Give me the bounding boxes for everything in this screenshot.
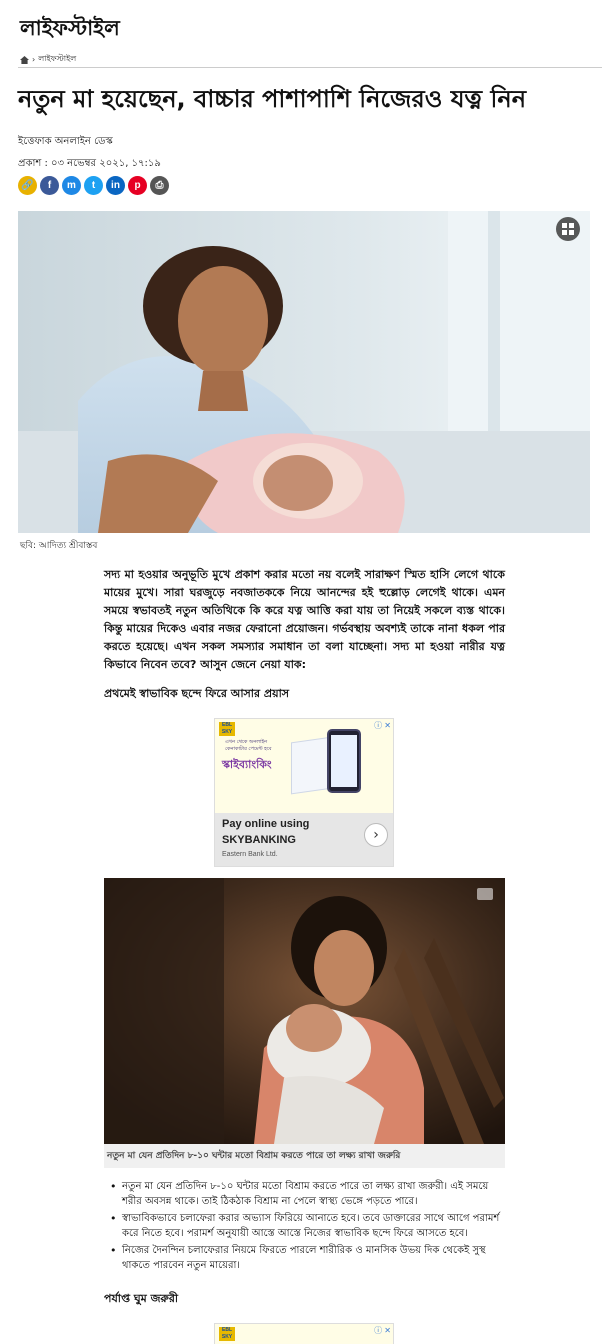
ad-advertiser: Eastern Bank Ltd.	[222, 851, 278, 858]
phone-graphic	[327, 729, 361, 793]
gallery-icon[interactable]	[556, 217, 580, 241]
ad-close-icon-2[interactable]: ⓘ ✕	[374, 1325, 391, 1336]
list-item: স্বাভাবিকভাবে চলাফেরা করার অভ্যাস ফিরিয়…	[110, 1211, 506, 1241]
photo-caption: নতুন মা যেন প্রতিদিন ৮-১০ ঘন্টার মতো বিশ…	[104, 1144, 505, 1168]
list-item: নতুন মা যেন প্রতিদিন ৮-১০ ঘন্টার মতো বিশ…	[110, 1179, 506, 1209]
advertisement-banner[interactable]: EBL SKY এখন থেকে অনলাইন কেনাকাটার পেমেন্…	[214, 718, 394, 867]
subheading: প্রথমেই স্বাভাবিক ছন্দে ফিরে আসার প্রয়া…	[104, 687, 290, 700]
ad-line-1: Pay online using	[222, 818, 310, 830]
ad-close-icon[interactable]: ⓘ ✕	[374, 720, 391, 731]
hero-image	[18, 211, 590, 533]
ad-teaser: এখন থেকে অনলাইন কেনাকাটার পেমেন্ট হবে	[225, 739, 272, 752]
ad-footer: Pay online using SKYBANKING Eastern Bank…	[215, 813, 393, 866]
facebook-icon[interactable]: f	[40, 176, 59, 195]
hero-caption: ছবি: আদিত্য শ্রীবাস্তব	[20, 541, 98, 551]
ad-line-2: SKYBANKING	[222, 834, 296, 846]
breadcrumb-current[interactable]: লাইফস্টাইল	[38, 53, 76, 66]
ad-product: স্কাইব্যাংকিং	[222, 758, 272, 771]
print-icon[interactable]: ⎙	[150, 176, 169, 195]
author-name[interactable]: ইত্তেফাক অনলাইন ডেস্ক	[18, 134, 113, 151]
ebl-sky-logo-2: EBL SKY	[219, 1327, 235, 1341]
pinterest-icon[interactable]: p	[128, 176, 147, 195]
home-icon[interactable]	[20, 55, 29, 64]
gallery-icon-2[interactable]	[477, 888, 493, 900]
ad-visual: EBL SKY এখন থেকে অনলাইন কেনাকাটার পেমেন্…	[215, 719, 393, 813]
linkedin-icon[interactable]: in	[106, 176, 125, 195]
advertisement-banner-2[interactable]: EBL SKY ⓘ ✕	[214, 1323, 394, 1344]
messenger-icon[interactable]: m	[62, 176, 81, 195]
breadcrumb: › লাইফস্টাইল	[20, 53, 76, 66]
article-photo	[104, 878, 505, 1144]
ad-arrow-icon[interactable]: ›	[364, 823, 388, 847]
tips-list: নতুন মা যেন প্রতিদিন ৮-১০ ঘন্টার মতো বিশ…	[110, 1179, 506, 1275]
article-intro: সদ্য মা হওয়ার অনুভূতি মুখে প্রকাশ করার …	[104, 568, 506, 671]
share-bar: 🔗 f m t in p ⎙	[18, 176, 169, 195]
divider	[18, 67, 602, 68]
breadcrumb-separator: ›	[32, 55, 36, 64]
publish-date: প্রকাশ : ০৩ নভেম্বর ২০২১, ১৭:১৯	[18, 158, 161, 169]
ad-visual-2: EBL SKY	[215, 1324, 393, 1344]
copy-link-icon[interactable]: 🔗	[18, 176, 37, 195]
article-headline: নতুন মা হয়েছেন, বাচ্চার পাশাপাশি নিজেরও…	[18, 85, 527, 113]
section-title[interactable]: লাইফস্টাইল	[20, 12, 120, 47]
twitter-icon[interactable]: t	[84, 176, 103, 195]
list-item: নিজের দৈনন্দিন চলাফেরার নিয়মে ফিরতে পার…	[110, 1243, 506, 1273]
subheading-2: পর্যাপ্ত ঘুম জরুরী	[104, 1292, 179, 1305]
ebl-sky-logo: EBL SKY	[219, 722, 235, 736]
